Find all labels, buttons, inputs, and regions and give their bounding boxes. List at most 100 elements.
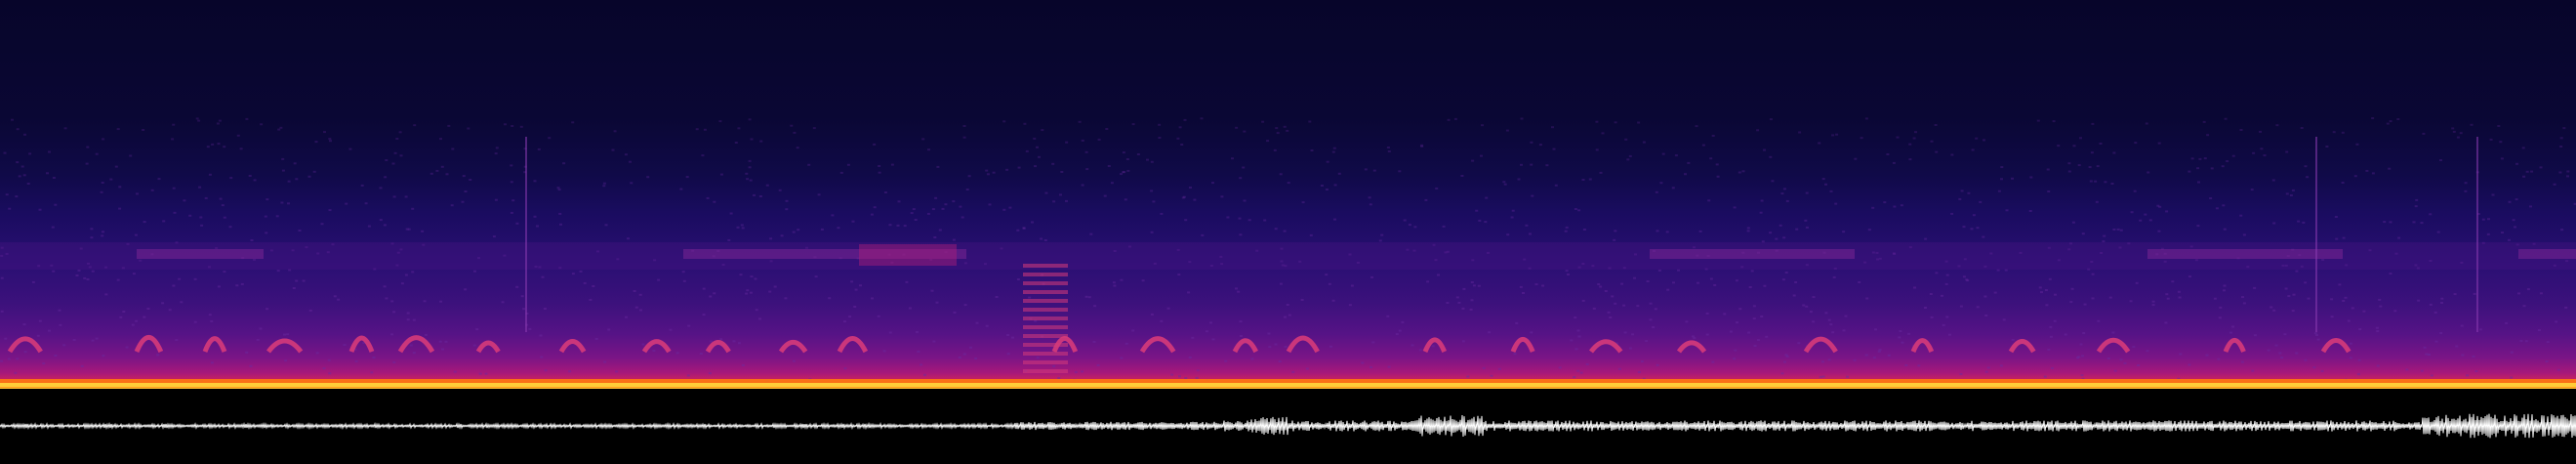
noise-speck xyxy=(703,128,707,131)
noise-speck xyxy=(2272,222,2276,225)
noise-speck xyxy=(1818,142,1821,145)
noise-speck xyxy=(2112,229,2116,231)
noise-speck xyxy=(557,189,561,191)
noise-speck xyxy=(1695,125,1698,128)
noise-speck xyxy=(2081,232,2085,235)
noise-speck xyxy=(1573,376,1576,379)
noise-speck xyxy=(1044,191,1048,194)
noise-speck xyxy=(773,285,777,288)
noise-speck xyxy=(2119,229,2123,232)
noise-speck xyxy=(837,227,840,230)
noise-speck xyxy=(2051,366,2054,369)
noise-speck xyxy=(1120,278,1124,281)
noise-speck xyxy=(2094,180,2098,183)
noise-speck xyxy=(1960,190,1964,192)
noise-speck xyxy=(1934,124,1938,126)
noise-speck xyxy=(2291,189,2295,191)
noise-speck xyxy=(1136,153,1140,155)
noise-speck xyxy=(1084,150,1088,153)
noise-speck xyxy=(2524,340,2528,343)
noise-speck xyxy=(1380,233,1384,236)
burst-stripe xyxy=(1023,264,1068,268)
noise-speck xyxy=(871,297,874,300)
noise-speck xyxy=(748,118,752,121)
noise-speck xyxy=(2028,210,2032,212)
noise-speck xyxy=(1595,120,1599,123)
noise-speck xyxy=(2397,236,2401,239)
noise-speck xyxy=(1084,295,1088,298)
noise-speck xyxy=(571,121,575,124)
noise-speck xyxy=(2412,221,2416,224)
noise-speck xyxy=(1752,317,1756,320)
noise-speck xyxy=(1626,158,1630,161)
noise-speck xyxy=(2053,319,2057,322)
noise-speck xyxy=(1472,284,1476,287)
noise-speck xyxy=(1361,361,1365,364)
noise-speck xyxy=(404,195,408,198)
noise-speck xyxy=(1125,158,1129,160)
noise-speck xyxy=(848,316,852,318)
noise-speck xyxy=(1760,199,1764,202)
noise-speck xyxy=(1239,233,1243,236)
noise-speck xyxy=(1945,274,1949,276)
noise-speck xyxy=(1687,161,1691,164)
noise-speck xyxy=(391,162,395,165)
call-arch xyxy=(2320,338,2351,354)
noise-speck xyxy=(1181,196,1185,199)
noise-speck xyxy=(173,211,177,214)
noise-speck xyxy=(86,278,90,280)
noise-speck xyxy=(2079,343,2083,346)
noise-speck xyxy=(746,289,750,292)
noise-speck xyxy=(1209,321,1212,324)
noise-speck xyxy=(2517,292,2520,295)
noise-speck xyxy=(235,284,239,287)
noise-speck xyxy=(1804,219,1808,222)
noise-speck xyxy=(2464,190,2468,192)
noise-speck xyxy=(217,285,221,288)
noise-speck xyxy=(1707,199,1711,202)
noise-speck xyxy=(562,162,566,165)
noise-speck xyxy=(7,358,11,360)
noise-speck xyxy=(28,152,32,155)
noise-speck xyxy=(938,229,942,232)
noise-speck xyxy=(2005,209,2009,212)
noise-speck xyxy=(2188,363,2191,366)
noise-speck xyxy=(611,148,615,151)
noise-speck xyxy=(2215,207,2219,210)
noise-speck xyxy=(2038,286,2042,289)
noise-speck xyxy=(2002,318,2006,321)
noise-speck xyxy=(464,190,468,192)
noise-speck xyxy=(1908,143,1912,146)
noise-speck xyxy=(1864,354,1868,357)
noise-speck xyxy=(851,220,855,223)
noise-speck xyxy=(1746,230,1750,232)
noise-speck xyxy=(1187,291,1191,294)
noise-speck xyxy=(2083,303,2087,306)
noise-speck xyxy=(2558,171,2562,174)
noise-speck xyxy=(1898,336,1901,339)
noise-speck xyxy=(1513,353,1517,356)
noise-speck xyxy=(784,297,788,300)
noise-speck xyxy=(1150,313,1154,316)
noise-speck xyxy=(2453,293,2457,296)
noise-speck xyxy=(2436,231,2440,233)
noise-speck xyxy=(2425,353,2429,356)
noise-speck xyxy=(3,151,7,154)
noise-speck xyxy=(2508,238,2511,241)
noise-speck xyxy=(1809,311,1813,314)
noise-speck xyxy=(1601,132,1605,135)
noise-speck xyxy=(399,154,403,157)
noise-speck xyxy=(421,230,425,232)
noise-speck xyxy=(15,195,19,198)
noise-speck xyxy=(746,178,750,181)
chirp-burst xyxy=(859,244,957,266)
noise-speck xyxy=(2455,345,2459,348)
noise-speck xyxy=(1795,228,1799,231)
noise-speck xyxy=(2045,304,2049,307)
low-frequency-floor xyxy=(0,379,2576,387)
noise-speck xyxy=(118,186,122,189)
noise-speck xyxy=(0,310,4,313)
noise-speck xyxy=(1519,285,1523,288)
noise-speck xyxy=(1378,239,1382,242)
noise-speck xyxy=(116,128,120,131)
